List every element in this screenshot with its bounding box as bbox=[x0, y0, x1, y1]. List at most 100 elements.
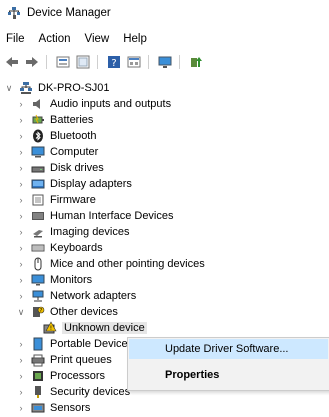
tree-item-label: Batteries bbox=[50, 114, 94, 126]
tree-item-label: Network adapters bbox=[50, 290, 137, 302]
camera-icon bbox=[31, 225, 45, 239]
tree-item-bluetooth[interactable]: › Bluetooth bbox=[16, 128, 96, 144]
tree-item-print-queues[interactable]: › Print queues bbox=[16, 352, 112, 368]
chevron-right-icon[interactable]: › bbox=[16, 192, 26, 208]
tree-item-label: Print queues bbox=[50, 354, 112, 366]
tree-item-label: Mice and other pointing devices bbox=[50, 258, 205, 270]
toolbar: ? bbox=[0, 52, 329, 72]
chevron-right-icon[interactable]: › bbox=[16, 128, 26, 144]
chevron-down-icon[interactable]: ∨ bbox=[4, 80, 14, 96]
menu-help[interactable]: Help bbox=[116, 33, 154, 45]
tree-item-computer[interactable]: › Computer bbox=[16, 144, 99, 160]
tree-item-label: Other devices bbox=[50, 306, 118, 318]
tree-root[interactable]: ∨ DK-PRO-SJ01 bbox=[4, 80, 110, 96]
chevron-right-icon[interactable]: › bbox=[16, 400, 26, 416]
tree-item-display-adapters[interactable]: › Display adapters bbox=[16, 176, 132, 192]
view-icon[interactable] bbox=[126, 54, 142, 70]
toolbar-separator bbox=[97, 55, 98, 69]
tree-item-label: Bluetooth bbox=[50, 130, 97, 142]
tree-item-label: Keyboards bbox=[50, 242, 103, 254]
tree-item-unknown-device[interactable]: ! Unknown device bbox=[38, 320, 147, 336]
menu-action[interactable]: Action bbox=[32, 33, 78, 45]
monitor-icon bbox=[31, 273, 45, 287]
tree-item-batteries[interactable]: › Batteries bbox=[16, 112, 94, 128]
sensor-icon bbox=[31, 401, 45, 415]
chevron-right-icon[interactable]: › bbox=[16, 112, 26, 128]
chevron-right-icon[interactable]: › bbox=[16, 224, 26, 240]
svg-text:!: ! bbox=[50, 325, 52, 332]
chevron-right-icon[interactable]: › bbox=[16, 256, 26, 272]
chevron-down-icon[interactable]: ∨ bbox=[16, 304, 26, 320]
tree-item-portable-devices[interactable]: › Portable Devices bbox=[16, 336, 133, 352]
tree-item-label: Security devices bbox=[50, 386, 131, 398]
window-title: Device Manager bbox=[27, 7, 111, 19]
tree-item-disk-drives[interactable]: › Disk drives bbox=[16, 160, 104, 176]
title-bar: Device Manager bbox=[0, 0, 329, 26]
toolbar-separator bbox=[148, 55, 149, 69]
back-arrow-icon[interactable] bbox=[4, 54, 20, 70]
tree-item-hid[interactable]: › Human Interface Devices bbox=[16, 208, 174, 224]
svg-text:?: ? bbox=[40, 308, 43, 314]
chevron-right-icon[interactable]: › bbox=[16, 272, 26, 288]
help-icon[interactable]: ? bbox=[106, 54, 122, 70]
chevron-right-icon[interactable]: › bbox=[16, 208, 26, 224]
tree-item-label: Monitors bbox=[50, 274, 93, 286]
computer-icon bbox=[31, 145, 45, 159]
firmware-icon bbox=[31, 193, 45, 207]
mouse-icon bbox=[31, 257, 45, 271]
update-driver-icon[interactable] bbox=[188, 54, 204, 70]
chevron-right-icon[interactable]: › bbox=[16, 288, 26, 304]
tree-item-label: Computer bbox=[50, 146, 99, 158]
tree-item-mice[interactable]: › Mice and other pointing devices bbox=[16, 256, 205, 272]
battery-icon bbox=[31, 113, 45, 127]
tree-item-security-devices[interactable]: › Security devices bbox=[16, 384, 130, 400]
tree-item-audio[interactable]: › Audio inputs and outputs bbox=[16, 96, 172, 112]
computer-root-icon bbox=[19, 81, 33, 95]
tree-item-processors[interactable]: › Processors bbox=[16, 368, 106, 384]
properties-menu-item[interactable]: Properties bbox=[129, 365, 328, 385]
tree-item-label: Firmware bbox=[50, 194, 96, 206]
tree-item-firmware[interactable]: › Firmware bbox=[16, 192, 96, 208]
tree-item-imaging[interactable]: › Imaging devices bbox=[16, 224, 130, 240]
tree-item-label: Unknown device bbox=[62, 322, 147, 334]
forward-arrow-icon[interactable] bbox=[24, 54, 40, 70]
chevron-right-icon[interactable]: › bbox=[16, 96, 26, 112]
properties-icon[interactable] bbox=[55, 54, 71, 70]
unknown-device-icon: ! bbox=[43, 321, 57, 335]
menu-file[interactable]: File bbox=[0, 33, 32, 45]
security-icon bbox=[31, 385, 45, 399]
update-driver-software-menu-item[interactable]: Update Driver Software... bbox=[129, 339, 328, 359]
chevron-right-icon[interactable]: › bbox=[16, 384, 26, 400]
disk-icon bbox=[31, 161, 45, 175]
speaker-icon bbox=[31, 97, 45, 111]
tree-item-other-devices[interactable]: ∨ ? Other devices bbox=[16, 304, 118, 320]
chevron-right-icon[interactable]: › bbox=[16, 176, 26, 192]
chevron-right-icon[interactable]: › bbox=[16, 368, 26, 384]
portable-device-icon bbox=[31, 337, 45, 351]
chevron-right-icon[interactable]: › bbox=[16, 336, 26, 352]
processor-icon bbox=[31, 369, 45, 383]
network-icon bbox=[31, 289, 45, 303]
hid-icon bbox=[31, 209, 45, 223]
chevron-right-icon[interactable]: › bbox=[16, 240, 26, 256]
monitor-icon[interactable] bbox=[157, 54, 173, 70]
tree-item-label: Portable Devices bbox=[50, 338, 134, 350]
chevron-right-icon[interactable]: › bbox=[16, 144, 26, 160]
tree-item-label: Processors bbox=[50, 370, 106, 382]
tree-item-keyboards[interactable]: › Keyboards bbox=[16, 240, 103, 256]
tree-item-label: Imaging devices bbox=[50, 226, 130, 238]
tree-item-label: Audio inputs and outputs bbox=[50, 98, 172, 110]
chevron-right-icon[interactable]: › bbox=[16, 352, 26, 368]
show-hidden-icon[interactable] bbox=[75, 54, 91, 70]
bluetooth-icon bbox=[31, 129, 45, 143]
menu-bar: File Action View Help bbox=[0, 30, 154, 48]
display-adapter-icon bbox=[31, 177, 45, 191]
tree-item-monitors[interactable]: › Monitors bbox=[16, 272, 93, 288]
chevron-right-icon[interactable]: › bbox=[16, 160, 26, 176]
svg-text:?: ? bbox=[111, 58, 116, 69]
toolbar-separator bbox=[46, 55, 47, 69]
printer-icon bbox=[31, 353, 45, 367]
tree-item-sensors[interactable]: › Sensors bbox=[16, 400, 91, 416]
tree-item-network-adapters[interactable]: › Network adapters bbox=[16, 288, 137, 304]
menu-view[interactable]: View bbox=[78, 33, 117, 45]
